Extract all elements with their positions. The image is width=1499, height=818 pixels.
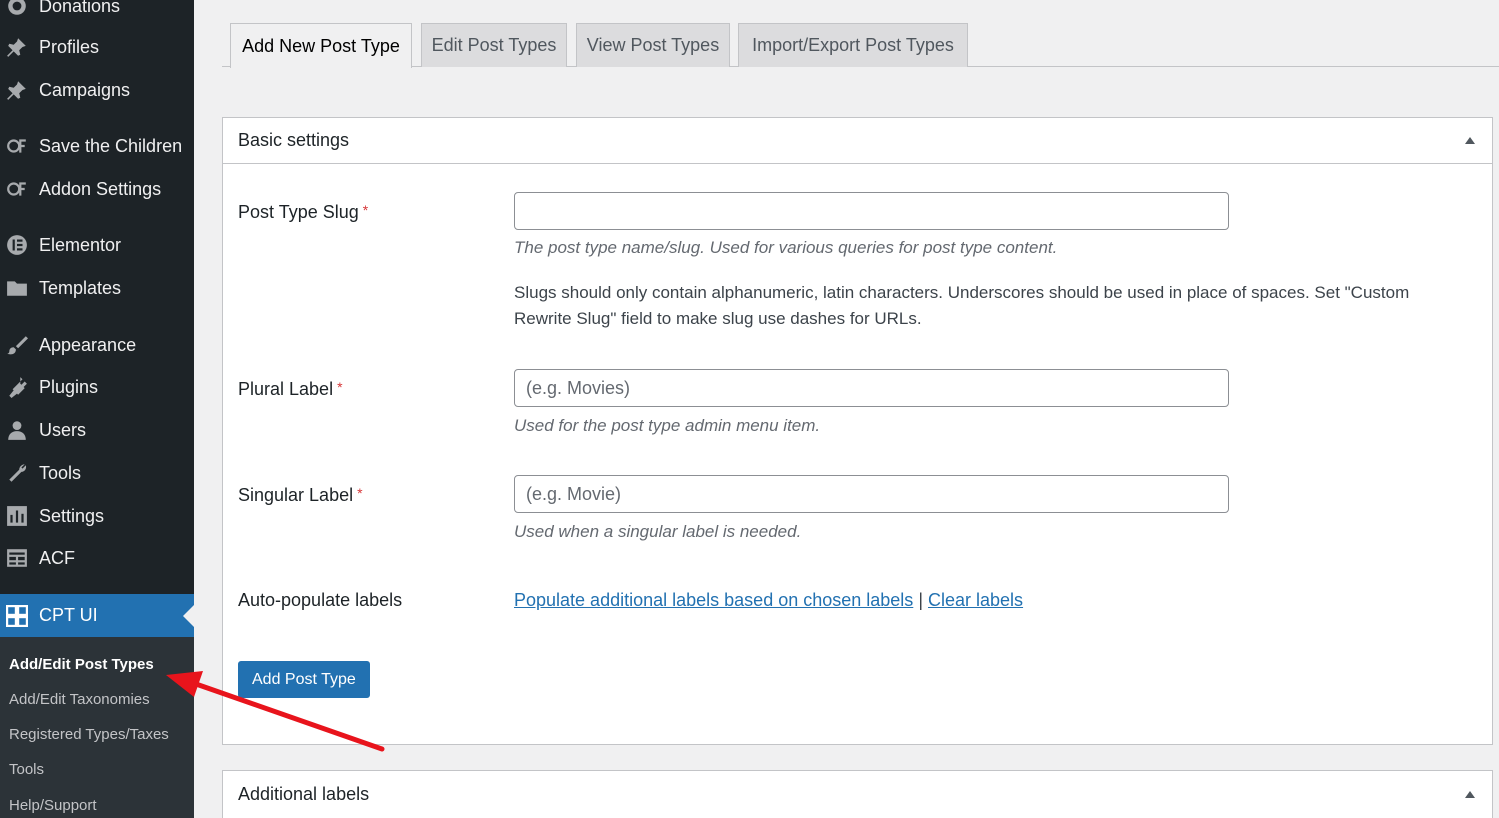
basic-settings-header[interactable]: Basic settings bbox=[223, 118, 1492, 164]
submenu-tools[interactable]: Tools bbox=[9, 761, 44, 778]
sidebar-item-label: Campaigns bbox=[39, 79, 131, 100]
sidebar-item-settings[interactable]: Settings bbox=[0, 496, 194, 536]
wrench-icon bbox=[5, 462, 29, 484]
add-post-type-button[interactable]: Add Post Type bbox=[238, 661, 370, 698]
sidebar-item-label: Settings bbox=[39, 505, 105, 526]
user-icon bbox=[5, 419, 29, 441]
sidebar-item-label: Users bbox=[39, 419, 87, 440]
sidebar-item-label: Save the Children bbox=[39, 135, 183, 156]
brush-icon bbox=[5, 334, 29, 356]
sidebar-item-tools[interactable]: Tools bbox=[0, 453, 194, 493]
collapse-arrow-icon[interactable] bbox=[1465, 137, 1475, 144]
tab-add-new-post-type[interactable]: Add New Post Type bbox=[230, 23, 412, 68]
submenu-add-edit-taxonomies[interactable]: Add/Edit Taxonomies bbox=[9, 691, 150, 708]
additional-labels-header[interactable]: Additional labels bbox=[223, 771, 1492, 817]
nav-tabs: Add New Post Type Edit Post Types View P… bbox=[222, 23, 1499, 68]
sidebar-item-plugins[interactable]: Plugins bbox=[0, 367, 194, 407]
acf-icon bbox=[5, 547, 29, 569]
pin-icon bbox=[5, 79, 29, 101]
slug-description: The post type name/slug. Used for variou… bbox=[514, 238, 1058, 257]
sidebar-item-label: ACF bbox=[39, 547, 75, 568]
tab-import-export-post-types[interactable]: Import/Export Post Types bbox=[738, 23, 968, 67]
sidebar-item-acf[interactable]: ACF bbox=[0, 538, 194, 578]
sidebar-item-label: Profiles bbox=[39, 36, 100, 57]
donations-icon bbox=[5, 0, 29, 17]
field-label-text: Post Type Slug bbox=[238, 202, 359, 222]
admin-sidebar: Donations Profiles Campaigns Save the Ch… bbox=[0, 0, 194, 818]
panel-title: Basic settings bbox=[238, 130, 350, 150]
sidebar-item-donations[interactable]: Donations bbox=[0, 0, 194, 26]
sidebar-item-label: Appearance bbox=[39, 334, 137, 355]
plural-description: Used for the post type admin menu item. bbox=[514, 416, 821, 435]
settings-icon bbox=[5, 505, 29, 527]
post-type-slug-input[interactable] bbox=[514, 192, 1229, 230]
cpt-ui-submenu: Add/Edit Post Types Add/Edit Taxonomies … bbox=[0, 637, 194, 818]
sidebar-item-label: CPT UI bbox=[39, 605, 98, 625]
tab-edit-post-types[interactable]: Edit Post Types bbox=[421, 23, 567, 67]
submenu-help-support[interactable]: Help/Support bbox=[9, 797, 97, 814]
sidebar-item-addon-settings[interactable]: Addon Settings bbox=[0, 169, 194, 209]
sidebar-item-users[interactable]: Users bbox=[0, 410, 194, 450]
sidebar-item-label: Templates bbox=[39, 277, 122, 298]
cptui-icon bbox=[5, 604, 29, 627]
field-label-text: Plural Label bbox=[238, 379, 334, 399]
sidebar-item-label: Donations bbox=[39, 0, 121, 16]
required-marker: * bbox=[357, 485, 363, 501]
plural-label-input[interactable] bbox=[514, 369, 1229, 407]
sidebar-item-appearance[interactable]: Appearance bbox=[0, 325, 194, 365]
link-separator: | bbox=[918, 590, 923, 610]
money-icon bbox=[5, 135, 29, 157]
slug-note: Slugs should only contain alphanumeric, … bbox=[514, 283, 1410, 328]
populate-labels-link[interactable]: Populate additional labels based on chos… bbox=[514, 590, 913, 610]
sidebar-item-label: Addon Settings bbox=[39, 178, 162, 199]
singular-label-input[interactable] bbox=[514, 475, 1229, 513]
elementor-icon bbox=[5, 234, 29, 256]
clear-labels-link[interactable]: Clear labels bbox=[928, 590, 1023, 610]
sidebar-item-save-the-children[interactable]: Save the Children bbox=[0, 126, 194, 166]
singular-label-label: Singular Label * bbox=[238, 485, 363, 506]
field-label-text: Singular Label bbox=[238, 485, 354, 505]
sidebar-item-campaigns[interactable]: Campaigns bbox=[0, 70, 194, 110]
collapse-arrow-icon[interactable] bbox=[1465, 790, 1475, 798]
sidebar-item-label: Elementor bbox=[39, 234, 122, 255]
required-marker: * bbox=[337, 379, 343, 395]
pin-icon bbox=[5, 36, 29, 58]
submenu-add-edit-post-types[interactable]: Add/Edit Post Types bbox=[9, 656, 154, 673]
singular-description: Used when a singular label is needed. bbox=[514, 522, 802, 541]
basic-settings-panel: Basic settings Post Type Slug * The post … bbox=[222, 117, 1493, 745]
panel-title: Additional labels bbox=[238, 783, 370, 804]
sidebar-item-label: Tools bbox=[39, 462, 82, 483]
sidebar-item-cpt-ui[interactable]: CPT UI bbox=[0, 594, 194, 637]
money-icon bbox=[5, 178, 29, 200]
tab-view-post-types[interactable]: View Post Types bbox=[576, 23, 730, 67]
additional-labels-panel: Additional labels bbox=[222, 770, 1493, 818]
plugin-icon bbox=[5, 376, 29, 398]
sidebar-item-elementor[interactable]: Elementor bbox=[0, 225, 194, 265]
auto-populate-label: Auto-populate labels bbox=[238, 590, 403, 610]
post-type-slug-label: Post Type Slug * bbox=[238, 202, 368, 223]
plural-label-label: Plural Label * bbox=[238, 379, 343, 400]
sidebar-item-label: Plugins bbox=[39, 376, 99, 397]
submenu-registered-types[interactable]: Registered Types/Taxes bbox=[9, 726, 169, 743]
auto-populate-links: Populate additional labels based on chos… bbox=[514, 590, 1023, 611]
sidebar-item-profiles[interactable]: Profiles bbox=[0, 27, 194, 67]
required-marker: * bbox=[362, 202, 369, 218]
folder-icon bbox=[5, 277, 29, 299]
sidebar-item-templates[interactable]: Templates bbox=[0, 268, 194, 308]
